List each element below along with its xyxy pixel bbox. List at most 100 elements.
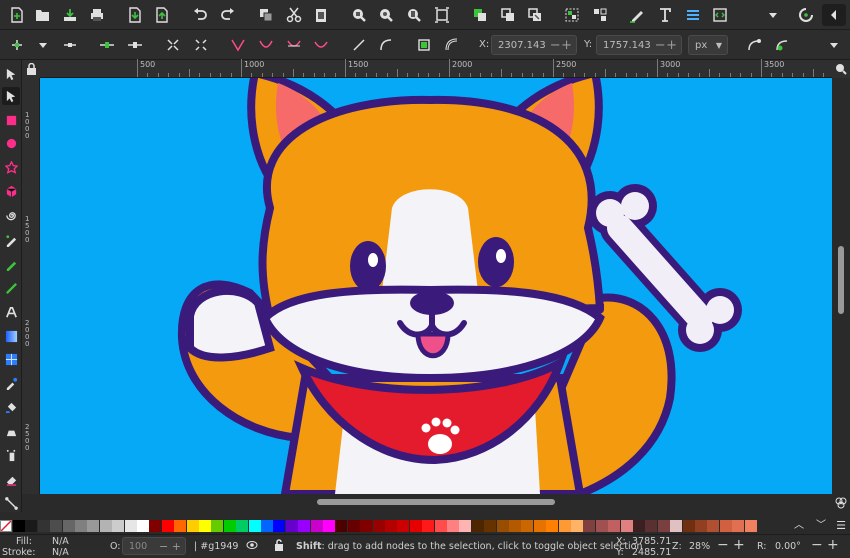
dropper-tool-icon[interactable] (2, 374, 20, 392)
color-swatch[interactable] (434, 520, 447, 532)
color-swatch[interactable] (199, 520, 211, 532)
color-swatch[interactable] (25, 520, 38, 532)
color-swatch[interactable] (335, 520, 348, 532)
zoom-correction-icon[interactable] (832, 60, 850, 78)
export-icon[interactable] (151, 4, 173, 26)
object-to-path-icon[interactable] (413, 34, 435, 56)
color-swatch[interactable] (174, 520, 187, 532)
color-swatch[interactable] (285, 520, 298, 532)
zoom-out-button[interactable]: − (717, 537, 729, 553)
opacity-stepper[interactable]: − + (155, 540, 185, 553)
color-swatch[interactable] (633, 520, 645, 532)
color-swatch[interactable] (447, 520, 459, 532)
horizontal-scroll-thumb[interactable] (317, 499, 555, 505)
horizontal-ruler[interactable]: 500 1000 1500 2000 2500 3000 3500 (40, 59, 846, 78)
color-swatch[interactable] (397, 520, 410, 532)
pencil-tool-icon[interactable] (2, 255, 20, 273)
star-tool-icon[interactable] (2, 158, 20, 176)
group-icon[interactable] (561, 4, 583, 26)
color-swatch[interactable] (409, 520, 422, 532)
join-segment-icon[interactable] (162, 34, 184, 56)
print-icon[interactable] (86, 4, 108, 26)
color-swatch[interactable] (137, 520, 149, 532)
vertical-scroll-thumb[interactable] (838, 246, 844, 314)
cut-icon[interactable] (283, 4, 305, 26)
x-stepper[interactable]: − + (546, 38, 576, 53)
color-swatch[interactable] (112, 520, 125, 532)
color-swatch[interactable] (422, 520, 435, 532)
color-swatch[interactable] (670, 520, 683, 532)
palette-scroll-up-icon[interactable]: ︿ (793, 520, 805, 532)
color-swatch[interactable] (87, 520, 100, 532)
xml-editor-icon[interactable] (709, 4, 731, 26)
spiral-tool-icon[interactable] (2, 206, 20, 224)
color-swatch[interactable] (471, 520, 484, 532)
color-swatch[interactable] (496, 520, 509, 532)
color-swatch[interactable] (223, 520, 236, 532)
toggle-visibility-icon[interactable] (246, 539, 258, 554)
color-swatch[interactable] (657, 520, 670, 532)
show-handles-icon[interactable] (743, 34, 765, 56)
more-options-icon[interactable] (823, 34, 845, 56)
x-coordinate-field[interactable]: 2307.143 − + (491, 35, 577, 55)
color-swatch[interactable] (99, 520, 112, 532)
color-swatch[interactable] (236, 520, 249, 532)
drawing-canvas[interactable] (40, 78, 832, 494)
corgi-right-eye[interactable] (478, 237, 514, 287)
color-swatch[interactable] (595, 520, 608, 532)
zoom-value[interactable]: 28% (689, 541, 710, 552)
color-swatch[interactable] (682, 520, 695, 532)
y-stepper[interactable]: − + (651, 38, 681, 53)
text-font-icon[interactable] (654, 4, 676, 26)
color-swatch[interactable] (310, 520, 323, 532)
color-swatch[interactable] (360, 520, 373, 532)
no-paint-swatch[interactable] (0, 520, 12, 532)
collapse-icon[interactable] (822, 4, 846, 26)
corgi-tongue[interactable] (415, 331, 451, 359)
zoom-drawing-icon[interactable] (375, 4, 397, 26)
rectangle-tool-icon[interactable] (2, 111, 20, 129)
stroke-value[interactable]: N/A (52, 547, 69, 558)
y-coordinate-field[interactable]: 1757.143 − + (596, 35, 682, 55)
color-swatch[interactable] (484, 520, 497, 532)
color-swatch[interactable] (385, 520, 397, 532)
join-nodes-icon[interactable] (96, 34, 118, 56)
fill-value[interactable]: N/A (52, 536, 69, 547)
color-swatch[interactable] (533, 520, 546, 532)
auto-smooth-node-icon[interactable] (310, 34, 332, 56)
copy-icon[interactable] (255, 4, 277, 26)
color-swatch[interactable] (744, 520, 757, 532)
new-document-icon[interactable] (6, 4, 28, 26)
paint-bucket-tool-icon[interactable] (2, 398, 20, 416)
color-swatch[interactable] (273, 520, 286, 532)
stroke-to-path-icon[interactable] (441, 34, 463, 56)
color-swatch[interactable] (509, 520, 521, 532)
zoom-in-button[interactable]: + (733, 537, 745, 553)
snap-toggle-icon[interactable] (795, 4, 817, 26)
palette-menu-icon[interactable]: ☰ (835, 520, 847, 532)
rotate-cw-button[interactable]: + (827, 537, 839, 553)
node-tool-icon[interactable] (2, 87, 20, 105)
color-swatch[interactable] (719, 520, 732, 532)
color-swatch[interactable] (50, 520, 63, 532)
gradient-tool-icon[interactable] (2, 327, 20, 345)
color-swatch[interactable] (521, 520, 534, 532)
toggle-lock-icon[interactable] (274, 539, 284, 554)
opacity-field[interactable]: 100 − + (122, 537, 186, 555)
color-swatch[interactable] (37, 520, 50, 532)
color-swatch[interactable] (149, 520, 162, 532)
color-swatch[interactable] (459, 520, 472, 532)
color-swatch[interactable] (13, 520, 25, 532)
import-icon[interactable] (124, 4, 146, 26)
mesh-tool-icon[interactable] (2, 350, 20, 368)
color-swatch[interactable] (571, 520, 583, 532)
cusp-node-icon[interactable] (227, 34, 249, 56)
unit-select[interactable]: px ▼ (688, 35, 728, 55)
color-swatch[interactable] (211, 520, 224, 532)
save-icon[interactable] (59, 4, 81, 26)
vertical-ruler[interactable]: 1000 1500 2000 2500 (22, 78, 40, 494)
color-swatch[interactable] (583, 520, 596, 532)
spray-tool-icon[interactable] (2, 446, 20, 464)
tweak-tool-icon[interactable] (2, 422, 20, 440)
clone-icon[interactable] (497, 4, 519, 26)
